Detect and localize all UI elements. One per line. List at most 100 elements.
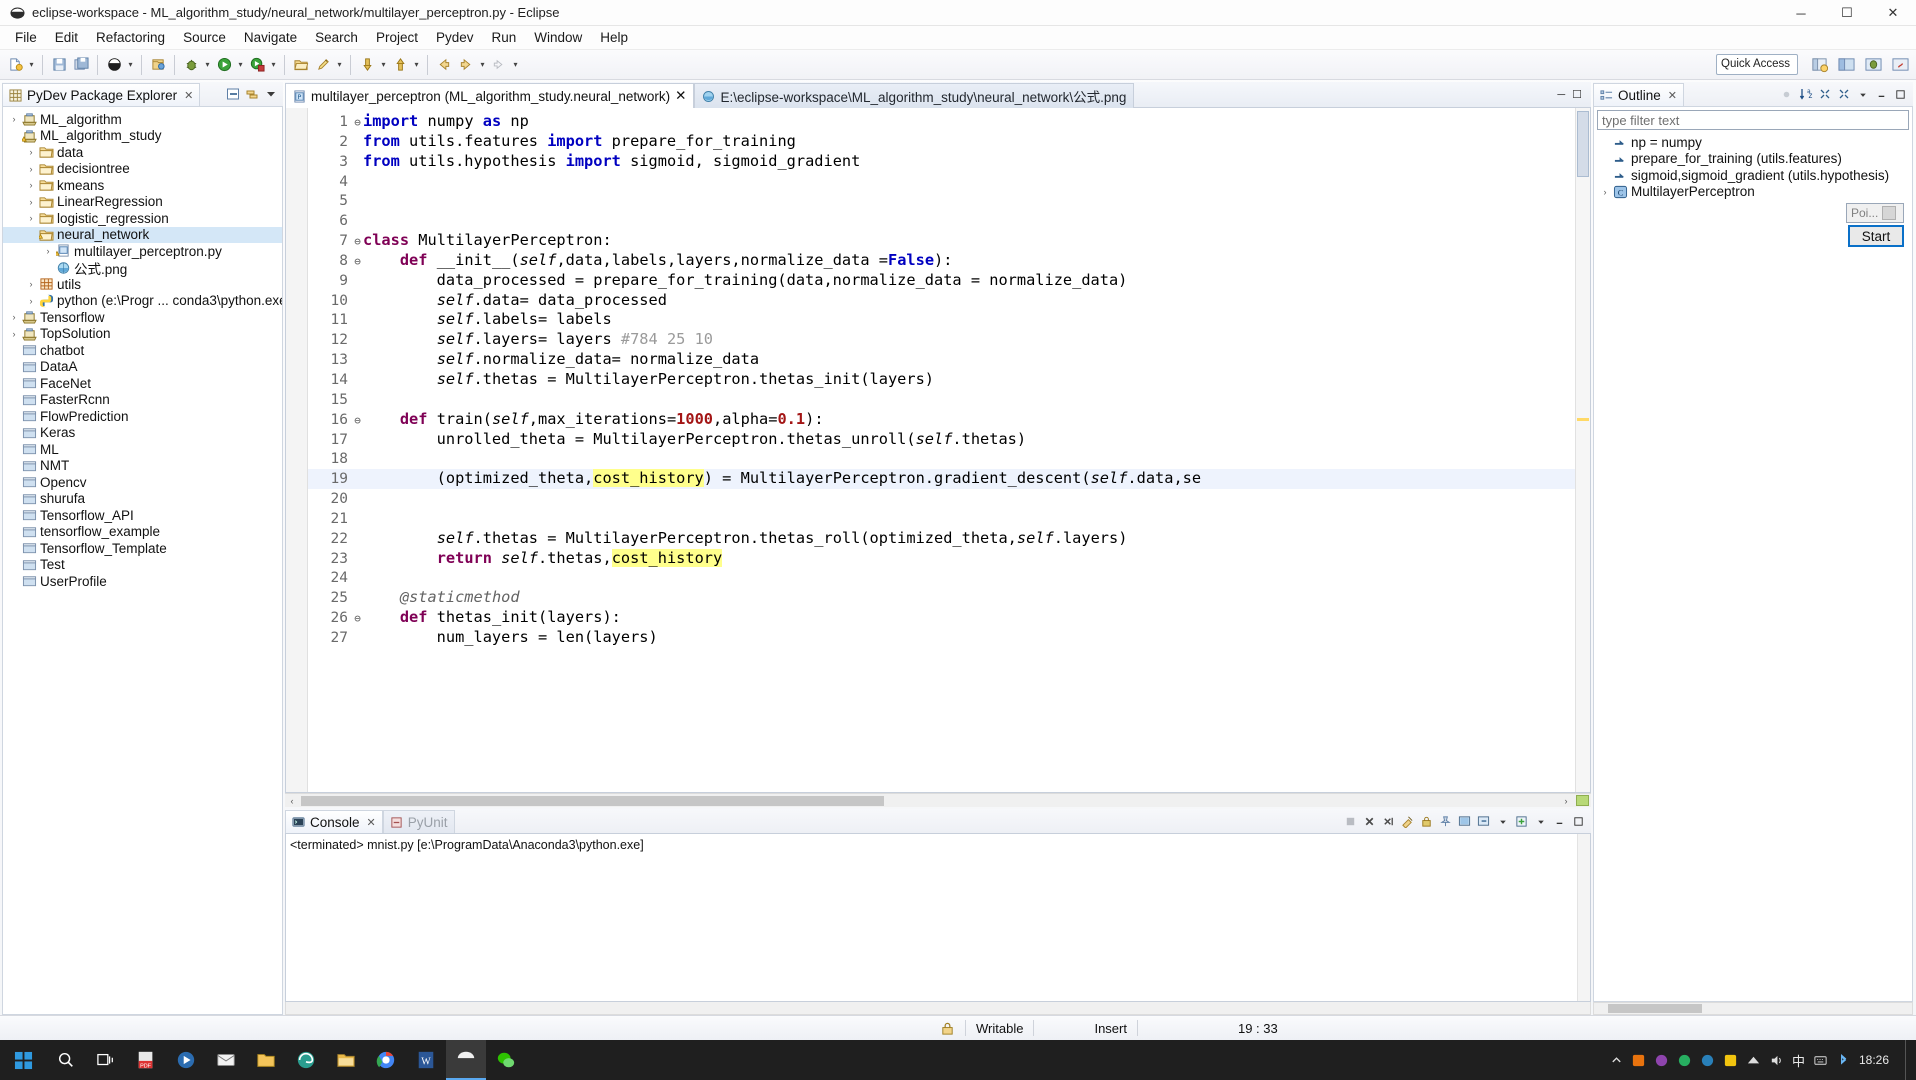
taskbar-item-chrome[interactable] xyxy=(366,1040,406,1080)
new-icon[interactable] xyxy=(4,53,26,77)
tree-item-opencv[interactable]: Opencv xyxy=(3,474,282,491)
perspective-debug-icon[interactable] xyxy=(1861,53,1885,76)
console-view-menu-icon[interactable] xyxy=(1532,813,1549,830)
tree-item-linearregression[interactable]: › LinearRegression xyxy=(3,194,282,211)
expand-arrow-icon[interactable]: › xyxy=(24,279,38,289)
outline-tree[interactable]: np = numpy prepare_for_training (utils.fe… xyxy=(1594,130,1912,200)
start-button[interactable]: Start xyxy=(1848,225,1904,247)
remove-all-icon[interactable] xyxy=(1380,813,1397,830)
expand-arrow-icon[interactable]: ⱟ xyxy=(7,131,21,141)
tree-item-nmt[interactable]: NMT xyxy=(3,458,282,475)
code-line-7[interactable]: 7 ⊖ class MultilayerPerceptron: xyxy=(308,231,1590,251)
close-icon[interactable]: ✕ xyxy=(184,89,193,102)
tree-item-utils[interactable]: › utils xyxy=(3,276,282,293)
pencil-dropdown-icon[interactable]: ▾ xyxy=(334,53,345,77)
taskbar-item-word[interactable]: W xyxy=(406,1040,446,1080)
outline-item-np-numpy[interactable]: np = numpy xyxy=(1594,134,1912,151)
menu-item-window[interactable]: Window xyxy=(525,28,591,47)
code-line-26[interactable]: 26 ⊖ def thetas_init(layers): xyxy=(308,608,1590,628)
taskbar-item-pdf[interactable]: PDF xyxy=(126,1040,166,1080)
tree-item-tensorflow-api[interactable]: Tensorflow_API xyxy=(3,507,282,524)
tree-item-decisiontree[interactable]: › decisiontree xyxy=(3,161,282,178)
taskbar-item-file-explorer[interactable] xyxy=(326,1040,366,1080)
tree-item-ml-algorithm-study[interactable]: ⱟ ML_algorithm_study xyxy=(3,128,282,145)
run-icon[interactable] xyxy=(213,53,235,77)
save-icon[interactable] xyxy=(48,53,70,77)
code-line-18[interactable]: 18 xyxy=(308,449,1590,469)
code-line-15[interactable]: 15 xyxy=(308,390,1590,410)
close-button[interactable]: ✕ xyxy=(1870,0,1916,26)
tree-item-facenet[interactable]: FaceNet xyxy=(3,375,282,392)
tree-item-multilayer-perceptron-py[interactable]: › multilayer_perceptron.py xyxy=(3,243,282,260)
show-desktop-button[interactable] xyxy=(1905,1040,1910,1080)
tray-item-yellow[interactable] xyxy=(1723,1053,1738,1068)
forward-arrow-icon[interactable] xyxy=(455,53,477,77)
expand-arrow-icon[interactable]: › xyxy=(41,246,55,256)
debug-dropdown-icon[interactable]: ▾ xyxy=(202,53,213,77)
expand-arrow-icon[interactable]: › xyxy=(24,197,38,207)
back-arrow-icon[interactable] xyxy=(433,53,455,77)
outline-hscroll-thumb[interactable] xyxy=(1608,1004,1702,1013)
code-line-24[interactable]: 24 xyxy=(308,568,1590,588)
outline-horizontal-scrollbar[interactable] xyxy=(1593,1002,1913,1015)
tab-pyunit[interactable]: PyUnit xyxy=(383,810,455,834)
fold-toggle-icon[interactable]: ⊖ xyxy=(352,232,363,252)
code-line-1[interactable]: 1 ⊖ import numpy as np xyxy=(308,112,1590,132)
forward-nav-dropdown-icon[interactable]: ▾ xyxy=(510,53,521,77)
open-folder-icon[interactable] xyxy=(290,53,312,77)
outline-item-multilayerperceptron[interactable]: › C MultilayerPerceptron xyxy=(1594,184,1912,201)
pydev-dropdown-icon[interactable]: ▾ xyxy=(125,53,136,77)
tree-item-data[interactable]: › data xyxy=(3,144,282,161)
next-annotation-icon[interactable] xyxy=(356,53,378,77)
code-line-27[interactable]: 27 num_layers = len(layers) xyxy=(308,628,1590,648)
maximize-icon[interactable] xyxy=(1570,813,1587,830)
menu-item-pydev[interactable]: Pydev xyxy=(427,28,483,47)
outline-item-prepare-for-training-utils-features-[interactable]: prepare_for_training (utils.features) xyxy=(1594,151,1912,168)
tooltip-button-icon[interactable] xyxy=(1882,206,1896,220)
tree-item-python-e-progr-conda3-python-exe-[interactable]: › python (e:\Progr ... conda3\python.exe) xyxy=(3,293,282,310)
hide-fields-icon[interactable] xyxy=(1778,86,1795,103)
taskbar-item-mail[interactable] xyxy=(206,1040,246,1080)
taskbar-clock[interactable]: 18:26 xyxy=(1859,1054,1897,1067)
quick-access-input[interactable]: Quick Access xyxy=(1716,54,1798,75)
minimize-icon[interactable] xyxy=(1873,86,1890,103)
fold-toggle-icon[interactable]: ⊖ xyxy=(352,113,363,133)
outline-item-sigmoid-sigmoid-gradient-utils-hypothesis-[interactable]: sigmoid,sigmoid_gradient (utils.hypothes… xyxy=(1594,167,1912,184)
code-line-9[interactable]: 9 data_processed = prepare_for_training(… xyxy=(308,271,1590,291)
maximize-button[interactable]: ☐ xyxy=(1824,0,1870,26)
remove-launch-icon[interactable] xyxy=(1361,813,1378,830)
tree-item-keras[interactable]: Keras xyxy=(3,425,282,442)
taskbar-item-eclipse[interactable] xyxy=(446,1040,486,1080)
tray-volume-icon[interactable] xyxy=(1769,1053,1784,1068)
close-icon[interactable]: ✕ xyxy=(675,88,686,104)
code-line-8[interactable]: 8 ⊖ def __init__(self,data,labels,layers,… xyxy=(308,251,1590,271)
expand-all-icon[interactable] xyxy=(1835,86,1852,103)
editor-tab-formula-png[interactable]: E:\eclipse-workspace\ML_algorithm_study\… xyxy=(694,83,1134,108)
sort-alphabetically-icon[interactable]: za xyxy=(1797,86,1814,103)
code-line-20[interactable]: 20 xyxy=(308,489,1590,509)
tree-item-shurufa[interactable]: shurufa xyxy=(3,491,282,508)
windows-start-button[interactable] xyxy=(0,1040,46,1080)
scroll-right-icon[interactable]: › xyxy=(1559,796,1573,806)
tray-item-green[interactable] xyxy=(1677,1053,1692,1068)
fold-toggle-icon[interactable]: ⊖ xyxy=(352,252,363,272)
run-external-dropdown-icon[interactable]: ▾ xyxy=(268,53,279,77)
menu-item-refactoring[interactable]: Refactoring xyxy=(87,28,174,47)
editor-tab-multilayer-perceptron[interactable]: P multilayer_perceptron (ML_algorithm_st… xyxy=(285,83,694,108)
source-code-area[interactable]: 1 ⊖ import numpy as np 2 from utils.features… xyxy=(308,108,1590,792)
menu-item-file[interactable]: File xyxy=(6,28,46,47)
search-pencil-icon[interactable] xyxy=(312,53,334,77)
console-dropdown-icon[interactable] xyxy=(1494,813,1511,830)
tree-item-tensorflow-template[interactable]: Tensorflow_Template xyxy=(3,540,282,557)
run-external-icon[interactable] xyxy=(246,53,268,77)
expand-arrow-icon[interactable]: › xyxy=(24,180,38,190)
tree-item-tensorflow[interactable]: › Tensorflow xyxy=(3,309,282,326)
debug-icon[interactable] xyxy=(180,53,202,77)
code-line-22[interactable]: 22 self.thetas = MultilayerPerceptron.th… xyxy=(308,529,1590,549)
view-menu-icon[interactable] xyxy=(262,86,279,103)
tab-outline[interactable]: Outline ✕ xyxy=(1593,83,1684,107)
menu-item-run[interactable]: Run xyxy=(483,28,526,47)
collapse-all-icon[interactable] xyxy=(224,86,241,103)
tree-item-userprofile[interactable]: UserProfile xyxy=(3,573,282,590)
menu-item-project[interactable]: Project xyxy=(367,28,427,47)
